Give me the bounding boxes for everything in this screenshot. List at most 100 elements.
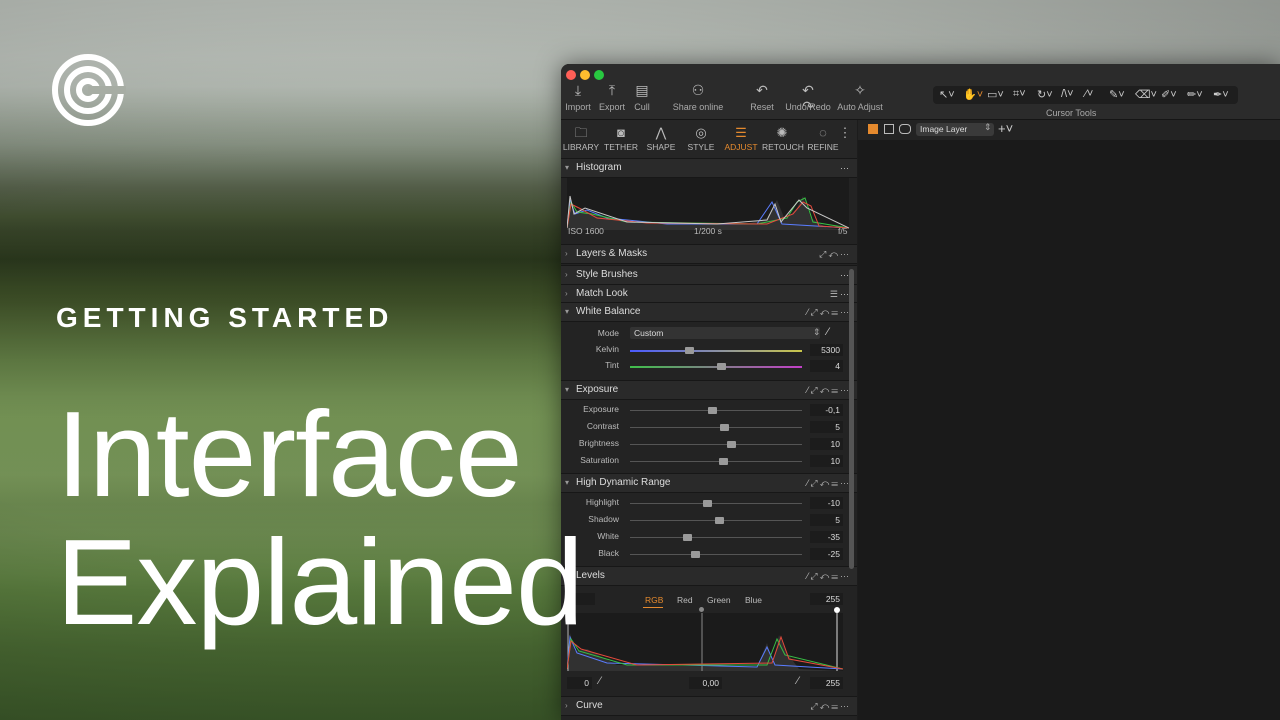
levels-output-high[interactable]: 255: [810, 677, 843, 689]
exposure-value[interactable]: -0,1: [810, 404, 843, 416]
keystone-icon[interactable]: /\˅: [1061, 88, 1074, 100]
levels-histogram[interactable]: [566, 613, 844, 671]
black-point-picker-icon[interactable]: ⁄: [599, 675, 601, 687]
levels-tab-green[interactable]: Green: [707, 595, 731, 605]
reset-button[interactable]: ↶ Reset: [747, 82, 777, 112]
loupe-icon[interactable]: ▭˅: [987, 88, 1004, 101]
black-slider[interactable]: [630, 554, 802, 555]
levels-output-low[interactable]: 0: [567, 677, 592, 689]
brightness-value[interactable]: 10: [810, 438, 843, 450]
exposure-slider-handle[interactable]: [708, 407, 717, 414]
saturation-value[interactable]: 10: [810, 455, 843, 467]
section-actions-icon[interactable]: ⤢↶☰⋯: [810, 697, 851, 715]
black-slider-handle[interactable]: [691, 551, 700, 558]
share-online-button[interactable]: ⚇ Share online: [671, 82, 725, 112]
pen-icon[interactable]: ✐˅: [1161, 88, 1177, 101]
panel-scrollbar[interactable]: [849, 269, 854, 569]
eraser-icon[interactable]: ⌫˅: [1135, 88, 1157, 101]
exposure-header[interactable]: ▾ Exposure ⁄⤢↶☰⋯: [561, 380, 857, 400]
section-actions-icon[interactable]: ⁄⤢↶☰⋯: [807, 303, 851, 321]
highlight-slider[interactable]: [630, 503, 802, 504]
shadow-slider-handle[interactable]: [715, 517, 724, 524]
eyebrow-text: GETTING STARTED: [56, 302, 394, 333]
white-slider-handle[interactable]: [683, 534, 692, 541]
section-actions-icon[interactable]: ⁄⤢↶☰⋯: [807, 474, 851, 492]
heal-icon[interactable]: ✒˅: [1213, 88, 1229, 101]
export-button[interactable]: ⤒ Export: [597, 82, 627, 112]
histogram-header[interactable]: ▾ Histogram ⋯: [561, 158, 857, 178]
wb-mode-select[interactable]: Custom: [630, 327, 820, 339]
tab-adjust[interactable]: ☰ ADJUST: [721, 124, 761, 152]
minimize-button[interactable]: [580, 70, 590, 80]
contrast-slider-handle[interactable]: [720, 424, 729, 431]
kelvin-slider-handle[interactable]: [685, 347, 694, 354]
levels-high-handle[interactable]: [834, 607, 840, 613]
brightness-slider-handle[interactable]: [727, 441, 736, 448]
tab-tether[interactable]: ◙ TETHER: [601, 124, 641, 152]
levels-input-high[interactable]: 255: [810, 593, 843, 605]
tint-slider-handle[interactable]: [717, 363, 726, 370]
add-layer-icon[interactable]: +˅: [998, 121, 1013, 136]
section-actions-icon[interactable]: ☰⋯: [830, 285, 851, 303]
grid-view-icon[interactable]: [868, 124, 878, 134]
select-cursor-icon[interactable]: ↖˅: [939, 88, 955, 101]
contrast-value[interactable]: 5: [810, 421, 843, 433]
annotate-icon[interactable]: ✏˅: [1187, 88, 1203, 101]
black-value[interactable]: -25: [810, 548, 843, 560]
image-viewer[interactable]: [858, 140, 1280, 720]
section-actions-icon[interactable]: ⁄⤢↶☰⋯: [807, 381, 851, 399]
tabs-more-icon[interactable]: ⋮: [833, 124, 857, 142]
brush-icon[interactable]: ✎˅: [1109, 88, 1125, 101]
single-view-icon[interactable]: [884, 124, 894, 134]
tab-style[interactable]: ◎ STYLE: [681, 124, 721, 152]
crop-icon[interactable]: ⌗˅: [1013, 88, 1026, 101]
highlight-value[interactable]: -10: [810, 497, 843, 509]
toolbar: ⤓ Import ⤒ Export ▤ Cull ⚇ Share online ↶ Res…: [561, 64, 1280, 120]
cull-button[interactable]: ▤ Cull: [631, 82, 653, 112]
tab-shape[interactable]: ⋀ SHAPE: [641, 124, 681, 152]
white-point-picker-icon[interactable]: ⁄: [797, 675, 799, 687]
highlight-slider-handle[interactable]: [703, 500, 712, 507]
match-look-header[interactable]: › Match Look ☰⋯: [561, 284, 857, 304]
brand-logo-icon: [52, 54, 126, 126]
picker-icon[interactable]: ⁄˅: [1085, 88, 1093, 100]
white-balance-header[interactable]: ▾ White Balance ⁄⤢↶☰⋯: [561, 302, 857, 322]
pan-hand-icon[interactable]: ✋˅: [963, 88, 983, 101]
layer-select[interactable]: Image Layer: [916, 123, 994, 136]
kelvin-value[interactable]: 5300: [810, 344, 843, 356]
tint-value[interactable]: 4: [810, 360, 843, 372]
curve-header[interactable]: › Curve ⤢↶☰⋯: [561, 696, 857, 716]
auto-adjust-button[interactable]: ✧ Auto Adjust: [837, 82, 883, 112]
layers-masks-header[interactable]: › Layers & Masks ⤢↶⋯: [561, 244, 857, 264]
contrast-slider[interactable]: [630, 427, 802, 428]
saturation-slider-handle[interactable]: [719, 458, 728, 465]
hdr-header[interactable]: ▾ High Dynamic Range ⁄⤢↶☰⋯: [561, 473, 857, 493]
preview-eye-icon[interactable]: [899, 124, 911, 134]
levels-header[interactable]: ▾ Levels ⁄⤢↶☰⋯: [561, 566, 857, 586]
levels-tab-blue[interactable]: Blue: [745, 595, 762, 605]
section-actions-icon[interactable]: ⁄⤢↶☰⋯: [807, 567, 851, 585]
section-actions-icon[interactable]: ⤢↶⋯: [819, 245, 851, 263]
white-value[interactable]: -35: [810, 531, 843, 543]
rotate-icon[interactable]: ↻˅: [1037, 88, 1053, 101]
close-button[interactable]: [566, 70, 576, 80]
tint-slider[interactable]: [630, 366, 802, 368]
import-button[interactable]: ⤓ Import: [565, 82, 591, 112]
white-slider[interactable]: [630, 537, 802, 538]
more-icon[interactable]: ⋯: [840, 159, 851, 177]
histogram-curves: [566, 195, 850, 230]
undo-redo-button[interactable]: ↶ ↷ Undo/Redo: [785, 82, 831, 114]
levels-mid-handle[interactable]: [699, 607, 704, 612]
wb-picker-icon[interactable]: ⁄: [827, 326, 829, 338]
levels-tab-red[interactable]: Red: [677, 595, 693, 605]
style-brushes-header[interactable]: › Style Brushes ⋯: [561, 265, 857, 285]
brightness-slider[interactable]: [630, 444, 802, 445]
tab-retouch[interactable]: ✺ RETOUCH: [762, 124, 804, 152]
levels-midtone[interactable]: 0,00: [689, 677, 722, 689]
zoom-button[interactable]: [594, 70, 604, 80]
saturation-slider[interactable]: [630, 461, 802, 462]
levels-tab-rgb[interactable]: RGB: [645, 595, 663, 605]
kelvin-slider[interactable]: [630, 350, 802, 352]
tab-library[interactable]: 🗀 LIBRARY: [561, 124, 601, 152]
shadow-value[interactable]: 5: [810, 514, 843, 526]
